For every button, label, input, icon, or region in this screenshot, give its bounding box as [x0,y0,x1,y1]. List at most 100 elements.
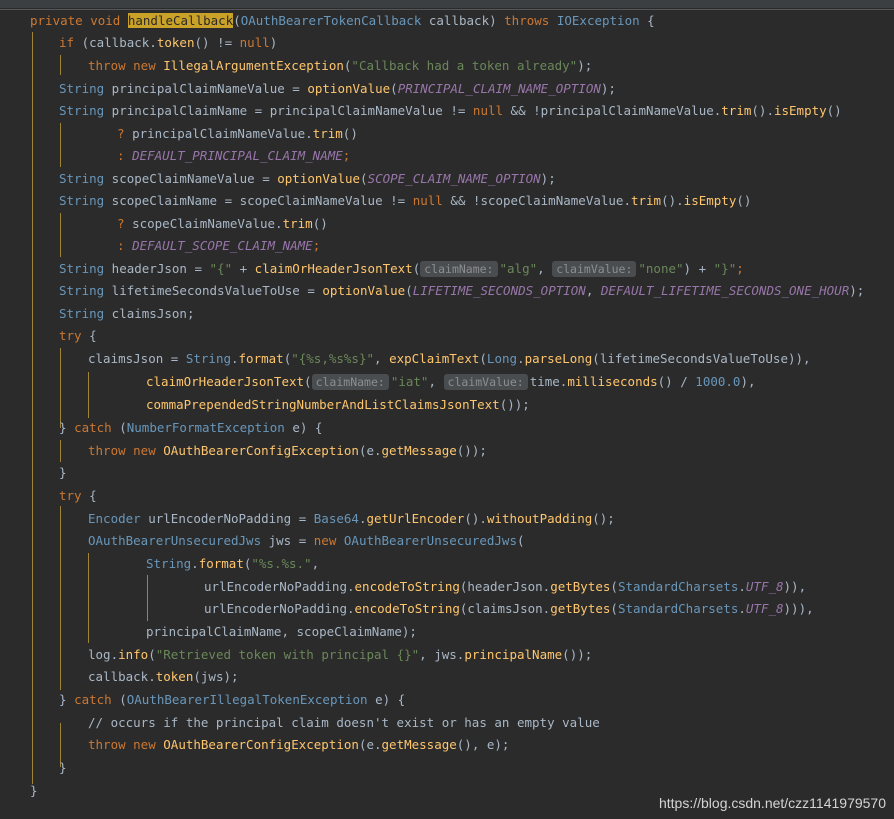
code-line-32[interactable]: // occurs if the principal claim doesn't… [88,712,600,734]
token: info [118,647,149,662]
code-line-21[interactable]: } [59,462,67,484]
code-line-6[interactable]: ? principalClaimNameValue.trim() [117,123,358,145]
code-line-25[interactable]: String.format("%s.%s.", [146,553,319,575]
token: String [59,81,105,96]
token: scopeClaimNameValue. [132,216,283,231]
code-line-30[interactable]: callback.token(jws); [88,666,239,688]
token: throw new [88,58,164,73]
code-line-13[interactable]: String lifetimeSecondsValueToUse = optio… [59,280,864,302]
indent-guide [60,348,61,428]
token: (). [661,193,684,208]
indent-guide [60,440,61,462]
code-line-11[interactable]: : DEFAULT_SCOPE_CLAIM_NAME; [117,235,320,257]
watermark-url: https://blog.csdn.net/czz1141979570 [658,795,886,811]
code-line-14[interactable]: String claimsJson; [59,303,194,325]
token: PRINCIPAL_CLAIM_NAME_OPTION [397,81,601,96]
token: String [59,283,105,298]
code-line-9[interactable]: String scopeClaimName = scopeClaimNameVa… [59,190,751,212]
code-line-3[interactable]: throw new IllegalArgumentException("Call… [88,55,592,77]
token: , [419,647,435,662]
code-line-2[interactable]: if (callback.token() != null) [59,32,277,54]
token: scopeClaimNameValue = [104,171,278,186]
token: DEFAULT_PRINCIPAL_CLAIM_NAME [132,148,343,163]
code-line-7[interactable]: : DEFAULT_PRINCIPAL_CLAIM_NAME; [117,145,350,167]
code-line-28[interactable]: principalClaimName, scopeClaimName); [146,621,417,643]
code-line-10[interactable]: ? scopeClaimNameValue.trim() [117,213,328,235]
token: private void [30,13,128,28]
token: . [738,579,746,594]
token: callback) [421,13,505,28]
token: principalClaimName, scopeClaimName); [146,624,417,639]
token: getBytes [550,601,611,616]
code-editor[interactable]: private void handleCallback(OAuthBearerT… [0,10,894,819]
token: optionValue [277,171,361,186]
token: ))), [783,601,814,616]
token: ); [600,81,616,96]
token: ); [540,171,556,186]
token: ) + [683,261,714,276]
code-line-4[interactable]: String principalClaimNameValue = optionV… [59,78,616,100]
token: } [59,760,67,775]
editor-top-bar [0,0,894,8]
token: headerJson = [104,261,210,276]
code-line-18[interactable]: commaPrependedStringNumberAndListClaimsJ… [146,394,530,416]
token: ()); [456,443,487,458]
token: UTF_8 [745,579,784,594]
code-line-35[interactable]: } [30,780,38,802]
token: token [155,669,194,684]
token: LIFETIME_SECONDS_OPTION [412,283,586,298]
code-line-23[interactable]: Encoder urlEncoderNoPadding = Base64.get… [88,508,615,530]
code-line-31[interactable]: } catch (OAuthBearerIllegalTokenExceptio… [59,689,405,711]
code-line-1[interactable]: private void handleCallback(OAuthBearerT… [30,10,655,32]
token: encodeToString [354,601,460,616]
token: ? [117,126,133,141]
token: ()); [562,647,593,662]
code-line-20[interactable]: throw new OAuthBearerConfigException(e.g… [88,440,487,462]
token: ; [312,238,321,253]
token: StandardCharsets [617,601,739,616]
code-line-19[interactable]: } catch (NumberFormatException e) { [59,417,322,439]
token: claimsJson = [88,351,186,366]
token: ); [577,58,593,73]
parameter-hint: claimValue: [443,374,528,390]
token: "alg" [499,261,538,276]
token: } [59,692,75,707]
token: "{" [209,261,233,276]
code-line-26[interactable]: urlEncoderNoPadding.encodeToString(heade… [204,576,806,598]
token: format [198,556,244,571]
token: ()); [499,397,530,412]
token: SCOPE_CLAIM_NAME_OPTION [367,171,541,186]
code-line-17[interactable]: claimOrHeaderJsonText(claimName: "iat", c… [146,371,756,393]
code-line-34[interactable]: } [59,757,67,779]
code-line-29[interactable]: log.info("Retrieved token with principal… [88,644,592,666]
token: withoutPadding [486,511,593,526]
token: Base64 [313,511,359,526]
code-line-27[interactable]: urlEncoderNoPadding.encodeToString(claim… [204,598,814,620]
code-line-15[interactable]: try { [59,325,97,347]
token: String [146,556,192,571]
code-line-16[interactable]: claimsJson = String.format("{%s,%s%s}", … [88,348,811,370]
token: claimOrHeaderJsonText [254,261,413,276]
token: (lifetimeSecondsValueToUse)), [592,351,811,366]
code-line-22[interactable]: try { [59,485,97,507]
token: . [231,351,239,366]
token: () [736,193,752,208]
token: String [59,306,105,321]
code-line-5[interactable]: String principalClaimName = principalCla… [59,100,842,122]
token: NumberFormatException [126,420,285,435]
token: { [81,328,97,343]
indent-guide [147,575,148,621]
token: OAuthBearerIllegalTokenException [126,692,368,707]
code-line-24[interactable]: OAuthBearerUnsecuredJws jws = new OAuthB… [88,530,525,552]
indent-guide [88,553,89,643]
token: StandardCharsets [617,579,739,594]
token: "{%s,%s%s}" [291,351,375,366]
token: principalClaimName = principalClaimNameV… [104,103,473,118]
token: throw new [88,737,164,752]
code-line-8[interactable]: String scopeClaimNameValue = optionValue… [59,168,556,190]
token: expClaimText [389,351,480,366]
token: getMessage [381,737,457,752]
code-line-33[interactable]: throw new OAuthBearerConfigException(e.g… [88,734,509,756]
token: throw new [88,443,164,458]
code-line-12[interactable]: String headerJson = "{" + claimOrHeaderJ… [59,258,744,280]
